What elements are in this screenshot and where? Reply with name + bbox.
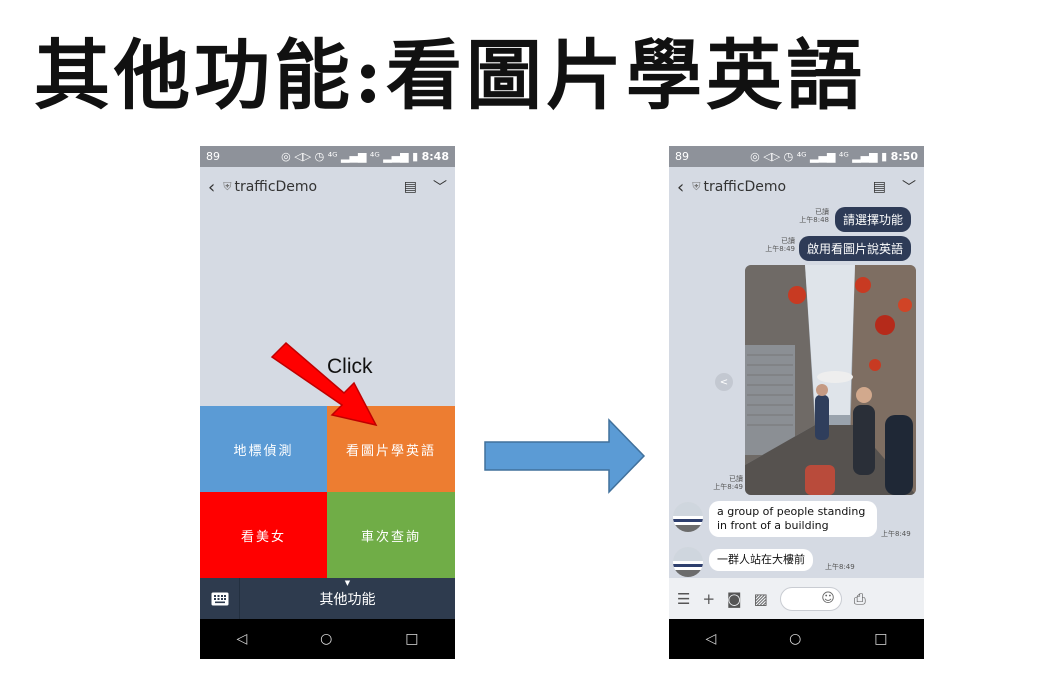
click-annotation: Click	[327, 355, 373, 378]
menu-bar-label: 其他功能	[319, 591, 376, 608]
nav-recent-icon[interactable]: □	[874, 631, 887, 647]
status-icons-text: ◎ ◁▷ ◷ ⁴ᴳ ▂▄▆ ⁴ᴳ ▂▄▆ ▮	[281, 150, 419, 163]
message-time: 上午8:49	[881, 530, 911, 538]
outgoing-message[interactable]: 請選擇功能	[835, 207, 912, 232]
menu-bar: ▼ 其他功能	[200, 578, 455, 619]
bot-avatar[interactable]	[673, 547, 703, 577]
note-icon[interactable]: ▤	[873, 179, 886, 195]
status-bar: 89 ◎ ◁▷ ◷ ⁴ᴳ ▂▄▆ ⁴ᴳ ▂▄▆ ▮ 8:48	[200, 146, 455, 167]
status-icons-text: ◎ ◁▷ ◷ ⁴ᴳ ▂▄▆ ⁴ᴳ ▂▄▆ ▮	[750, 150, 888, 163]
message-meta: 已讀 上午8:49	[755, 237, 795, 253]
read-label: 已讀	[729, 475, 743, 483]
battery-indicator: 89	[675, 150, 689, 163]
read-label: 已讀	[815, 208, 829, 216]
nav-back-icon[interactable]: ◁	[236, 631, 247, 647]
menu-item-beauty[interactable]: 看美女	[200, 492, 327, 578]
incoming-message[interactable]: a group of people standing in front of a…	[709, 501, 877, 537]
status-bar: 89 ◎ ◁▷ ◷ ⁴ᴳ ▂▄▆ ⁴ᴳ ▂▄▆ ▮ 8:50	[669, 146, 924, 167]
blue-arrow-annotation	[484, 418, 646, 494]
status-time: 8:48	[421, 150, 449, 163]
note-icon[interactable]: ▤	[404, 179, 417, 195]
plus-icon[interactable]: +	[702, 590, 715, 608]
read-label: 已讀	[781, 237, 795, 245]
image-icon[interactable]: ▨	[754, 590, 768, 608]
chevron-down-icon[interactable]: ﹀	[902, 177, 916, 197]
mic-icon[interactable]: ⎙	[854, 590, 866, 608]
status-icons: ◎ ◁▷ ◷ ⁴ᴳ ▂▄▆ ⁴ᴳ ▂▄▆ ▮ 8:48	[281, 150, 449, 163]
message-meta: 已讀 上午8:48	[793, 208, 829, 224]
back-icon[interactable]: ‹	[208, 177, 215, 198]
street-photo-image	[745, 265, 916, 495]
shield-icon: ⛨	[223, 180, 232, 193]
share-icon[interactable]: <	[715, 373, 733, 391]
android-nav-bar: ◁ ○ □	[669, 619, 924, 659]
shield-icon: ⛨	[692, 180, 701, 193]
red-arrow-annotation	[270, 341, 378, 427]
camera-icon[interactable]: ◙	[727, 590, 742, 608]
menu-icon[interactable]: ☰	[677, 590, 690, 608]
chat-header: ‹ ⛨ trafficDemo ▤ ﹀	[200, 167, 455, 207]
chat-area[interactable]: 已讀 上午8:48 請選擇功能 已讀 上午8:49 啟用看圖片說英語 < 已讀 …	[669, 207, 924, 578]
message-input[interactable]: ☺	[779, 586, 842, 611]
chat-title: trafficDemo	[234, 179, 318, 195]
menu-toggle-button[interactable]: ▼ 其他功能	[240, 579, 455, 609]
right-phone-screenshot: 89 ◎ ◁▷ ◷ ⁴ᴳ ▂▄▆ ⁴ᴳ ▂▄▆ ▮ 8:50 ‹ ⛨ traff…	[669, 146, 924, 659]
message-time: 上午8:48	[799, 216, 829, 224]
message-meta: 已讀 上午8:49	[705, 475, 743, 491]
keyboard-icon[interactable]	[200, 578, 240, 619]
menu-item-train-query[interactable]: 車次查詢	[327, 492, 455, 578]
emoji-icon[interactable]: ☺	[821, 591, 835, 606]
chat-input-bar: ☰ + ◙ ▨ ☺ ⎙	[669, 578, 924, 619]
nav-home-icon[interactable]: ○	[789, 631, 801, 647]
outgoing-message[interactable]: 啟用看圖片說英語	[799, 236, 912, 261]
bot-avatar[interactable]	[673, 502, 703, 532]
message-time: 上午8:49	[713, 483, 743, 491]
chat-title: trafficDemo	[703, 179, 787, 195]
message-time: 上午8:49	[765, 245, 795, 253]
caret-down-icon: ▼	[344, 578, 351, 587]
chat-header: ‹ ⛨ trafficDemo ▤ ﹀	[669, 167, 924, 207]
chevron-down-icon[interactable]: ﹀	[433, 177, 447, 197]
status-icons: ◎ ◁▷ ◷ ⁴ᴳ ▂▄▆ ⁴ᴳ ▂▄▆ ▮ 8:50	[750, 150, 918, 163]
incoming-message[interactable]: 一群人站在大樓前	[709, 549, 813, 571]
nav-back-icon[interactable]: ◁	[705, 631, 716, 647]
android-nav-bar: ◁ ○ □	[200, 619, 455, 659]
back-icon[interactable]: ‹	[677, 177, 684, 198]
battery-indicator: 89	[206, 150, 220, 163]
sent-photo[interactable]	[745, 265, 916, 495]
nav-home-icon[interactable]: ○	[320, 631, 332, 647]
nav-recent-icon[interactable]: □	[405, 631, 418, 647]
status-time: 8:50	[890, 150, 918, 163]
slide-title: 其他功能:看圖片學英語	[34, 31, 867, 120]
message-time: 上午8:49	[825, 563, 855, 571]
